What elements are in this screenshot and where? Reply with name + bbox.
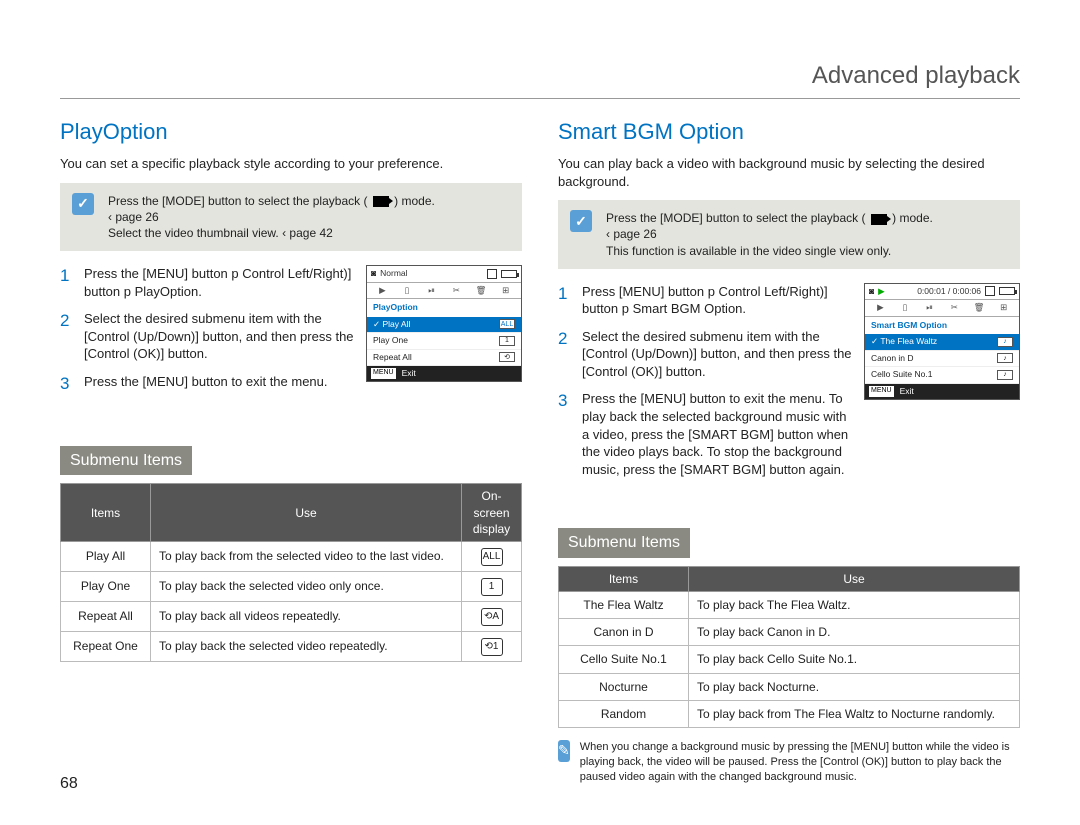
playoption-intro: You can set a specific playback style ac… xyxy=(60,155,522,173)
lcd-tool-icon: ⏯ xyxy=(420,285,443,296)
note-text: Press the [MODE] button to select the pl… xyxy=(606,211,865,225)
check-icon: ✓ xyxy=(570,210,592,232)
step-text: Press [MENU] button p Control Left/Right… xyxy=(582,283,852,318)
note-text: ) mode. xyxy=(394,194,435,208)
lcd-tool-icon: ⊞ xyxy=(494,285,517,296)
check-icon: ✓ xyxy=(72,193,94,215)
lcd-tool-icon: ✂ xyxy=(943,302,966,313)
smartbgm-footnote: ✎ When you change a background music by … xyxy=(558,740,1020,785)
submenu-heading: Submenu Items xyxy=(60,446,192,476)
step-number: 2 xyxy=(558,328,572,381)
lcd-battery-icon xyxy=(999,287,1015,295)
step-text: Press the [MENU] button to exit the menu… xyxy=(582,390,852,478)
lcd-menu-item: Play One1 xyxy=(367,333,521,349)
step-text: Press the [MENU] button p Control Left/R… xyxy=(84,265,354,300)
lcd-tool-icon: ✂ xyxy=(445,285,468,296)
osd-icon: 1 xyxy=(481,578,503,596)
lcd-tool-icon: ▯ xyxy=(396,285,419,296)
lcd-camera-icon: ◙ xyxy=(869,286,874,297)
lcd-time: 0:00:01 / 0:00:06 xyxy=(889,286,981,297)
step-text: Press the [MENU] button to exit the menu… xyxy=(84,373,354,396)
note-text: This function is available in the video … xyxy=(606,243,1008,259)
submenu-heading: Submenu Items xyxy=(558,528,690,558)
table-row: Repeat All To play back all videos repea… xyxy=(61,602,522,632)
note-text: Select the video thumbnail view. ‹ page … xyxy=(108,225,510,241)
lcd-tool-icon: ▶ xyxy=(371,285,394,296)
lcd-menu-item: Canon in D♪ xyxy=(865,351,1019,367)
smartbgm-submenu-table: Items Use The Flea WaltzTo play back The… xyxy=(558,566,1020,728)
osd-icon: ⟲1 xyxy=(481,638,503,656)
lcd-card-icon xyxy=(985,286,995,296)
playoption-notebox: ✓ Press the [MODE] button to select the … xyxy=(60,183,522,252)
lcd-exit: Exit xyxy=(900,386,914,397)
smartbgm-lcd: ◙ ▶ 0:00:01 / 0:00:06 ▶ ▯ ⏯ ✂ 🗑 ⊞ xyxy=(864,283,1020,400)
page-number: 68 xyxy=(60,773,78,795)
osd-icon: ⟲A xyxy=(481,608,503,626)
table-row: Play All To play back from the selected … xyxy=(61,542,522,572)
playoption-heading: PlayOption xyxy=(60,117,522,147)
note-text: ) mode. xyxy=(892,211,933,225)
page-header: Advanced playback xyxy=(60,60,1020,99)
lcd-menu-item: ✓ The Flea Waltz♪ xyxy=(865,334,1019,350)
table-row: Repeat One To play back the selected vid… xyxy=(61,632,522,662)
note-icon: ✎ xyxy=(558,740,570,762)
step-number: 1 xyxy=(558,283,572,318)
table-header: Items xyxy=(61,484,151,542)
table-row: Play One To play back the selected video… xyxy=(61,572,522,602)
playoption-lcd: ◙ Normal ▶ ▯ ⏯ ✂ 🗑 ⊞ PlayOption ✓ Pl xyxy=(366,265,522,382)
lcd-tool-icon: 🗑 xyxy=(470,285,493,296)
playback-mode-icon xyxy=(871,214,887,225)
table-header: Use xyxy=(151,484,462,542)
footnote-text: When you change a background music by pr… xyxy=(580,740,1020,785)
table-row: Canon in DTo play back Canon in D. xyxy=(559,619,1020,646)
table-row: RandomTo play back from The Flea Waltz t… xyxy=(559,700,1020,727)
table-row: NocturneTo play back Nocturne. xyxy=(559,673,1020,700)
lcd-tool-icon: ▶ xyxy=(869,302,892,313)
left-column: PlayOption You can set a specific playba… xyxy=(60,117,522,784)
table-header: Use xyxy=(689,566,1020,591)
smartbgm-intro: You can play back a video with backgroun… xyxy=(558,155,1020,190)
lcd-tool-icon: ▯ xyxy=(894,302,917,313)
lcd-menu-item: Cello Suite No.1♪ xyxy=(865,367,1019,383)
header-title: Advanced playback xyxy=(812,62,1020,89)
step-number: 1 xyxy=(60,265,74,300)
lcd-exit: Exit xyxy=(402,368,416,379)
note-text: ‹ page 26 xyxy=(108,209,510,225)
step-number: 3 xyxy=(558,390,572,478)
step-number: 3 xyxy=(60,373,74,396)
lcd-menu-item: ✓ Play AllALL xyxy=(367,317,521,333)
lcd-menu-title: PlayOption xyxy=(367,299,521,316)
note-text: Press the [MODE] button to select the pl… xyxy=(108,194,367,208)
menu-key-icon: MENU xyxy=(371,368,396,379)
lcd-tool-icon: ⏯ xyxy=(918,302,941,313)
table-row: Cello Suite No.1To play back Cello Suite… xyxy=(559,646,1020,673)
table-row: The Flea WaltzTo play back The Flea Walt… xyxy=(559,591,1020,618)
smartbgm-notebox: ✓ Press the [MODE] button to select the … xyxy=(558,200,1020,269)
playback-mode-icon xyxy=(373,196,389,207)
smartbgm-heading: Smart BGM Option xyxy=(558,117,1020,147)
right-column: Smart BGM Option You can play back a vid… xyxy=(558,117,1020,784)
table-header: On-screen display xyxy=(462,484,522,542)
lcd-tool-icon: 🗑 xyxy=(968,302,991,313)
table-header: Items xyxy=(559,566,689,591)
step-text: Select the desired submenu item with the… xyxy=(84,310,354,363)
osd-icon: ALL xyxy=(481,548,503,566)
menu-key-icon: MENU xyxy=(869,386,894,397)
lcd-tool-icon: ⊞ xyxy=(992,302,1015,313)
lcd-menu-title: Smart BGM Option xyxy=(865,317,1019,334)
lcd-battery-icon xyxy=(501,270,517,278)
playoption-submenu-table: Items Use On-screen display Play All To … xyxy=(60,483,522,662)
lcd-camera-icon: ◙ xyxy=(371,268,376,279)
lcd-card-icon xyxy=(487,269,497,279)
step-number: 2 xyxy=(60,310,74,363)
note-text: ‹ page 26 xyxy=(606,226,1008,242)
lcd-menu-item: Repeat All⟲ xyxy=(367,350,521,366)
lcd-top-label: Normal xyxy=(380,268,483,279)
step-text: Select the desired submenu item with the… xyxy=(582,328,852,381)
